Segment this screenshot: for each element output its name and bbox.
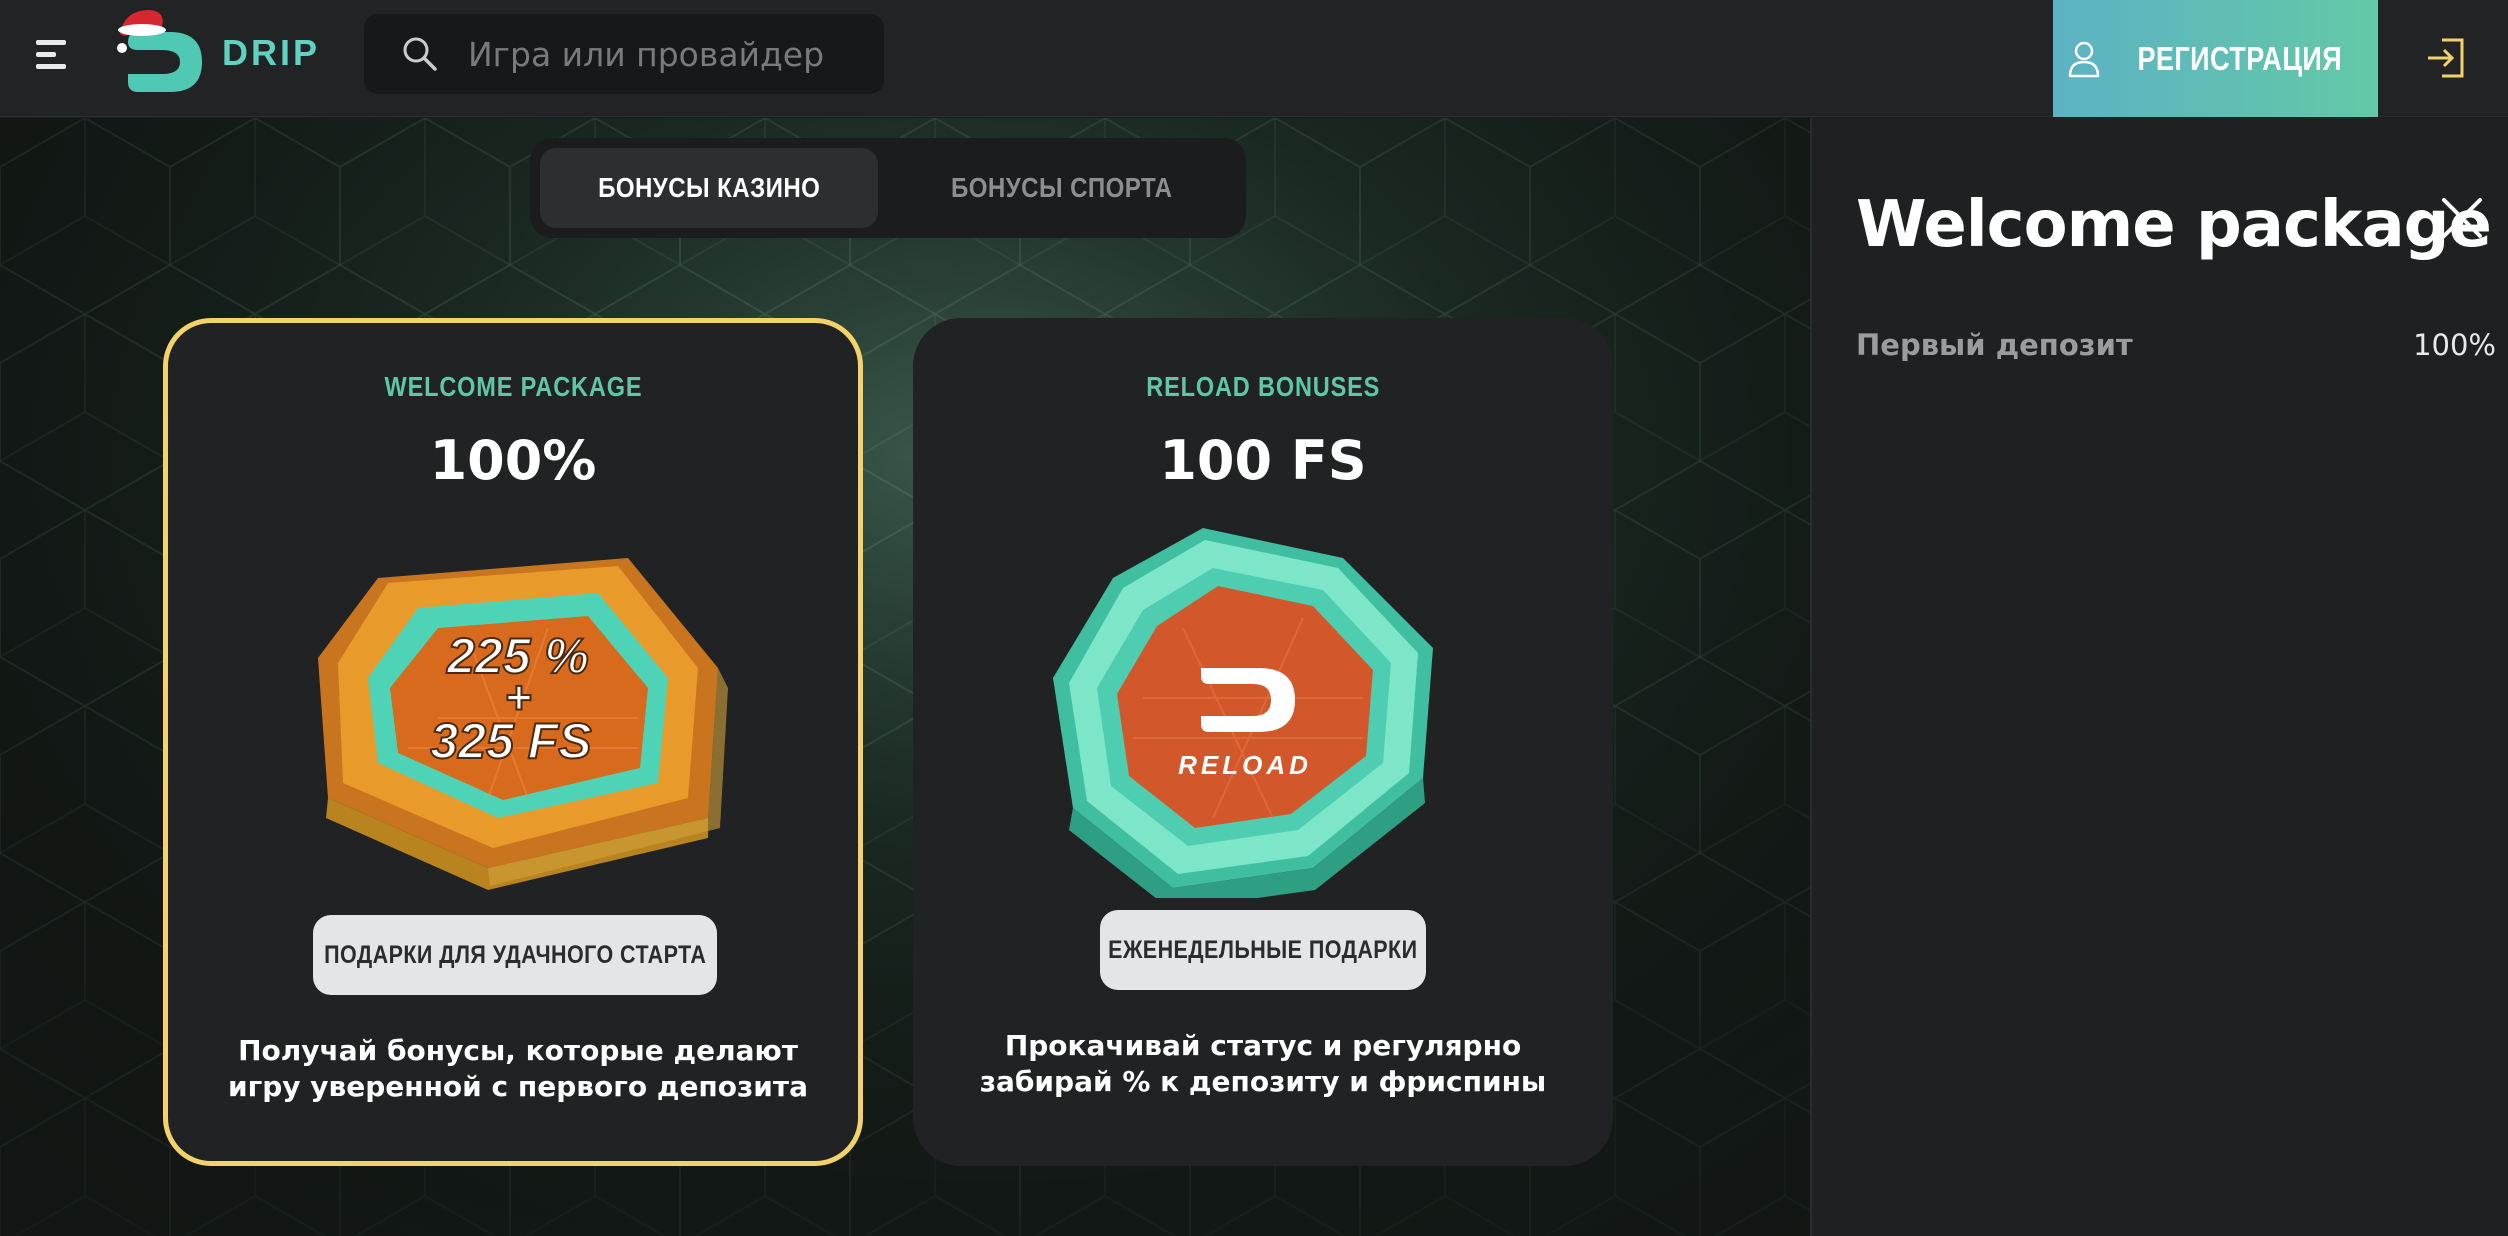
reload-bonus-image: RELOAD [1053, 528, 1433, 898]
top-header: DRIP РЕГИСТРАЦИЯ [0, 0, 2508, 117]
login-icon[interactable] [2418, 28, 2478, 88]
search-input[interactable] [468, 30, 858, 78]
bonus-details-panel: Welcome package Первый депозит 100% [1810, 118, 2508, 1236]
tab-sport-bonuses[interactable]: БОНУСЫ СПОРТА [888, 148, 1236, 228]
close-icon[interactable] [2440, 196, 2484, 240]
panel-row-value: 100% [2413, 328, 2496, 362]
welcome-gifts-button[interactable]: ПОДАРКИ ДЛЯ УДАЧНОГО СТАРТА [313, 915, 717, 995]
search-icon [403, 37, 437, 71]
art-line-3: 325 FS [430, 713, 591, 769]
tab-casino-bonuses[interactable]: БОНУСЫ КАЗИНО [540, 148, 878, 228]
register-button[interactable]: РЕГИСТРАЦИЯ [2053, 0, 2378, 117]
user-icon [2068, 41, 2099, 77]
bonus-tabs: БОНУСЫ КАЗИНО БОНУСЫ СПОРТА [530, 138, 1246, 238]
art-reload-text: RELOAD [1178, 750, 1312, 780]
tab-label: БОНУСЫ КАЗИНО [597, 172, 821, 203]
card-subtitle: WELCOME PACKAGE [384, 371, 642, 402]
card-value: 100% [429, 429, 597, 492]
menu-icon[interactable] [36, 40, 72, 70]
card-description: Прокачивай статус и регулярно забирай % … [979, 1029, 1547, 1098]
welcome-bonus-image: 225 % + 325 FS [318, 558, 728, 890]
tab-label: БОНУСЫ СПОРТА [951, 172, 1173, 203]
welcome-package-card[interactable]: WELCOME PACKAGE 100% 225 % + 325 FS ПОДА… [163, 318, 863, 1166]
search-box[interactable] [364, 14, 884, 94]
card-subtitle: RELOAD BONUSES [1146, 371, 1380, 402]
panel-title: Welcome package [1856, 188, 2492, 262]
logo-text[interactable]: DRIP [222, 32, 320, 74]
panel-row-first-deposit: Первый депозит 100% [1856, 328, 2496, 368]
weekly-gifts-button[interactable]: ЕЖЕНЕДЕЛЬНЫЕ ПОДАРКИ [1100, 910, 1426, 990]
card-value: 100 FS [1159, 429, 1367, 492]
register-label: РЕГИСТРАЦИЯ [2137, 39, 2342, 77]
reload-bonuses-card[interactable]: RELOAD BONUSES 100 FS RELOAD ЕЖЕНЕДЕЛЬНЫ… [913, 318, 1613, 1166]
panel-row-label: Первый депозит [1856, 328, 2133, 362]
card-description: Получай бонусы, которые делают игру увер… [227, 1034, 809, 1103]
